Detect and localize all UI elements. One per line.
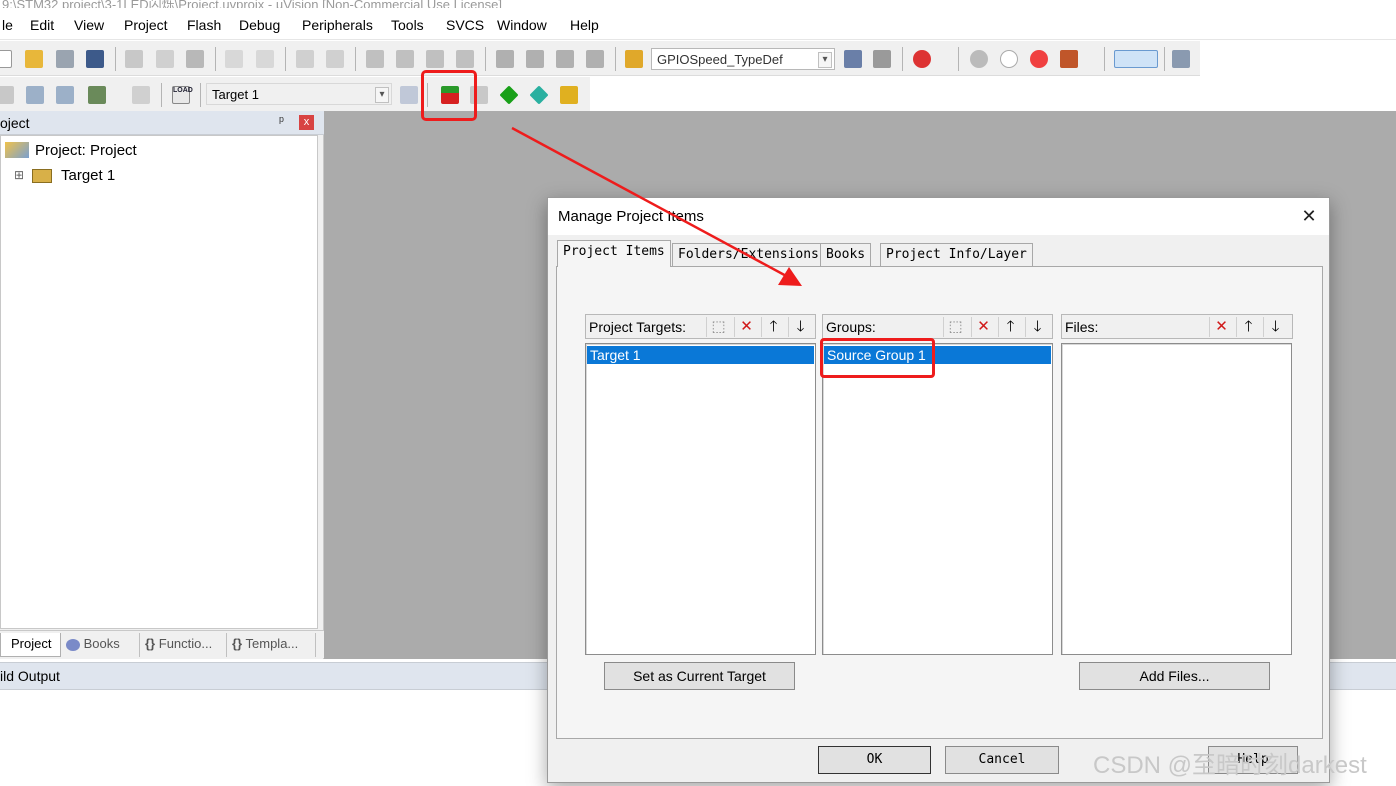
watermark: CSDN @至暗时刻darkest (1093, 752, 1367, 779)
annotation-arrow (511, 126, 802, 286)
arrow-head (778, 267, 802, 286)
tab-project-items[interactable]: Project Items (557, 240, 671, 267)
